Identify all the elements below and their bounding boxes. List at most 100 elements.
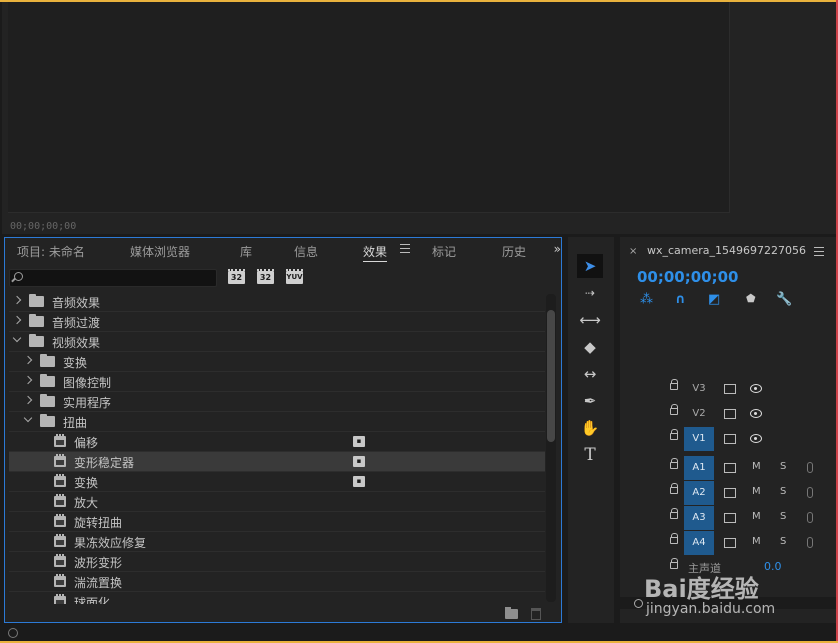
chevron-right-icon[interactable] bbox=[23, 355, 33, 365]
eye-icon[interactable] bbox=[750, 409, 762, 418]
hand-tool-icon[interactable]: ✋ bbox=[577, 416, 603, 440]
track-v2[interactable]: V2 bbox=[620, 402, 836, 426]
tab-effects[interactable]: 效果 bbox=[363, 243, 388, 262]
solo-button[interactable]: S bbox=[780, 511, 786, 522]
mute-button[interactable]: M bbox=[752, 536, 761, 547]
yuv-effects-icon[interactable]: YUV bbox=[286, 269, 303, 284]
solo-button[interactable]: S bbox=[780, 486, 786, 497]
track-a2[interactable]: A2 M S bbox=[620, 481, 836, 505]
tree-item-image-control[interactable]: 图像控制 bbox=[9, 372, 545, 392]
tab-libraries[interactable]: 库 bbox=[240, 243, 252, 260]
track-a1[interactable]: A1 M S bbox=[620, 456, 836, 480]
lock-icon[interactable] bbox=[670, 483, 678, 494]
microphone-icon[interactable] bbox=[807, 487, 813, 498]
add-marker-icon[interactable]: ⬟ bbox=[746, 292, 756, 305]
tree-item-rolling-shutter-repair[interactable]: 果冻效应修复 bbox=[9, 532, 545, 552]
tree-item-twirl[interactable]: 旋转扭曲 bbox=[9, 512, 545, 532]
chevron-down-icon[interactable] bbox=[23, 413, 33, 423]
track-name[interactable]: V3 bbox=[684, 377, 714, 401]
tree-item-spherize[interactable]: 球面化 bbox=[9, 592, 545, 604]
track-name[interactable]: A2 bbox=[684, 481, 714, 505]
tree-item-wave-warp[interactable]: 波形变形 bbox=[9, 552, 545, 572]
chevron-right-icon[interactable] bbox=[12, 295, 22, 305]
track-name[interactable]: A1 bbox=[684, 456, 714, 480]
solo-button[interactable]: S bbox=[780, 536, 786, 547]
lock-icon[interactable] bbox=[670, 533, 678, 544]
tree-item-utility[interactable]: 实用程序 bbox=[9, 392, 545, 412]
sequence-tab-title[interactable]: wx_camera_1549697227056 bbox=[647, 244, 806, 257]
snap-icon[interactable]: ∩ bbox=[675, 292, 686, 307]
effects-search[interactable] bbox=[9, 269, 217, 287]
wrench-icon[interactable]: 🔧 bbox=[776, 292, 792, 307]
ripple-edit-tool-icon[interactable]: ⟷ bbox=[577, 308, 603, 332]
scrollbar-thumb[interactable] bbox=[547, 310, 555, 442]
mute-button[interactable]: M bbox=[752, 511, 761, 522]
mute-button[interactable]: M bbox=[752, 486, 761, 497]
sync-lock-icon[interactable] bbox=[724, 434, 736, 444]
razor-tool-icon[interactable]: ◆ bbox=[577, 335, 603, 359]
chevron-down-icon[interactable] bbox=[12, 333, 22, 343]
lock-icon[interactable] bbox=[670, 429, 678, 440]
type-tool-icon[interactable]: T bbox=[577, 443, 603, 467]
tab-project[interactable]: 项目: 未命名 bbox=[17, 243, 85, 260]
chevron-right-icon[interactable] bbox=[23, 375, 33, 385]
tree-item-offset[interactable]: 偏移 ▪ bbox=[9, 432, 545, 452]
track-name[interactable]: A3 bbox=[684, 506, 714, 530]
slip-tool-icon[interactable]: ↔ bbox=[577, 362, 603, 386]
sync-lock-icon[interactable] bbox=[724, 409, 736, 419]
track-v1[interactable]: V1 bbox=[620, 427, 836, 451]
microphone-icon[interactable] bbox=[807, 537, 813, 548]
tree-item-audio-transitions[interactable]: 音频过渡 bbox=[9, 312, 545, 332]
tree-item-audio-effects[interactable]: 音频效果 bbox=[9, 292, 545, 312]
eye-icon[interactable] bbox=[750, 384, 762, 393]
lock-icon[interactable] bbox=[670, 404, 678, 415]
tab-media-browser[interactable]: 媒体浏览器 bbox=[130, 243, 190, 260]
accelerated-effects-icon[interactable]: 32 bbox=[228, 269, 245, 284]
lock-icon[interactable] bbox=[670, 508, 678, 519]
tab-history[interactable]: 历史 bbox=[502, 243, 526, 260]
tree-item-transform[interactable]: 变换 ▪ bbox=[9, 472, 545, 492]
microphone-icon[interactable] bbox=[807, 462, 813, 473]
sync-lock-icon[interactable] bbox=[724, 488, 736, 498]
lock-icon[interactable] bbox=[670, 379, 678, 390]
track-name[interactable]: V1 bbox=[684, 427, 714, 451]
lock-icon[interactable] bbox=[670, 458, 678, 469]
sync-lock-icon[interactable] bbox=[724, 384, 736, 394]
tabs-overflow-icon[interactable]: » bbox=[554, 242, 561, 256]
pen-tool-icon[interactable]: ✒ bbox=[577, 389, 603, 413]
playhead-timecode[interactable]: 00;00;00;00 bbox=[637, 268, 739, 286]
tree-item-distort[interactable]: 扭曲 bbox=[9, 412, 545, 432]
mute-button[interactable]: M bbox=[752, 461, 761, 472]
panel-menu-icon[interactable] bbox=[814, 247, 824, 257]
chevron-right-icon[interactable] bbox=[12, 315, 22, 325]
tree-item-video-effects[interactable]: 视频效果 bbox=[9, 332, 545, 352]
eye-icon[interactable] bbox=[750, 434, 762, 443]
tree-item-turbulent-displace[interactable]: 湍流置换 bbox=[9, 572, 545, 592]
tree-item-warp-stabilizer[interactable]: 变形稳定器 ▪ bbox=[9, 452, 545, 472]
new-bin-icon[interactable] bbox=[505, 607, 518, 619]
sync-lock-icon[interactable] bbox=[724, 513, 736, 523]
panel-menu-icon[interactable] bbox=[400, 244, 410, 254]
track-a3[interactable]: A3 M S bbox=[620, 506, 836, 530]
trash-icon[interactable] bbox=[531, 608, 541, 620]
sync-lock-icon[interactable] bbox=[724, 463, 736, 473]
chevron-right-icon[interactable] bbox=[23, 395, 33, 405]
effects-scrollbar[interactable] bbox=[546, 294, 556, 602]
track-name[interactable]: V2 bbox=[684, 402, 714, 426]
search-input[interactable] bbox=[26, 270, 214, 286]
selection-tool-icon[interactable]: ➤ bbox=[577, 254, 603, 278]
tree-item-transform-folder[interactable]: 变换 bbox=[9, 352, 545, 372]
nest-toggle-icon[interactable]: ⁂ bbox=[640, 292, 653, 307]
track-name[interactable]: A4 bbox=[684, 531, 714, 555]
linked-selection-icon[interactable]: ◩ bbox=[708, 292, 720, 307]
track-select-tool-icon[interactable]: ⇢ bbox=[577, 281, 603, 305]
tab-info[interactable]: 信息 bbox=[294, 243, 318, 260]
sync-lock-icon[interactable] bbox=[724, 538, 736, 548]
32bit-effects-icon[interactable]: 32 bbox=[257, 269, 274, 284]
microphone-icon[interactable] bbox=[807, 512, 813, 523]
tab-markers[interactable]: 标记 bbox=[432, 243, 456, 260]
track-v3[interactable]: V3 bbox=[620, 377, 836, 401]
close-icon[interactable]: × bbox=[629, 246, 637, 257]
solo-button[interactable]: S bbox=[780, 461, 786, 472]
monitor-timecode[interactable]: 00;00;00;00 bbox=[10, 221, 76, 232]
